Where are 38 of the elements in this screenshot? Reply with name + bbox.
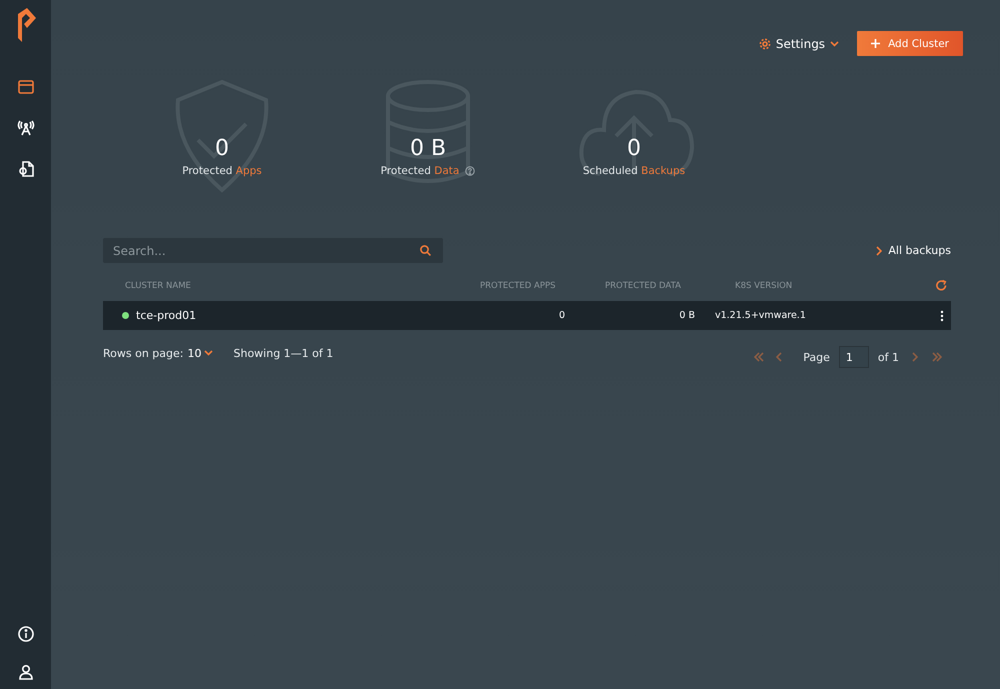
- stat-label: Scheduled Backups: [582, 165, 686, 177]
- more-icon[interactable]: [940, 310, 944, 322]
- stat-value: 0: [215, 136, 229, 162]
- search-icon[interactable]: [420, 245, 431, 256]
- column-header: PROTECTED DATA: [605, 280, 682, 290]
- help-icon[interactable]: [465, 166, 476, 176]
- column-header: PROTECTED APPS: [480, 280, 556, 290]
- settings-button[interactable]: Settings: [758, 36, 840, 50]
- gear-icon: [758, 38, 771, 50]
- all-backups-link[interactable]: All backups: [876, 244, 951, 257]
- table-row[interactable]: tce-prod01 0 0 B v1.21.5+vmware.1: [103, 301, 951, 330]
- user-icon[interactable]: [16, 663, 34, 681]
- stat-value: 0: [627, 136, 641, 162]
- chevron-icon: [876, 246, 882, 256]
- rows-per-page-select[interactable]: 10: [187, 346, 214, 360]
- page-field[interactable]: 1: [838, 346, 869, 368]
- antenna-icon[interactable]: [16, 119, 34, 137]
- page-total: of 1: [878, 350, 899, 364]
- refresh-icon[interactable]: [936, 280, 947, 291]
- caret-icon: [204, 350, 214, 356]
- stat-label: Protected Apps: [182, 165, 262, 177]
- search-field[interactable]: Search...: [103, 238, 443, 263]
- info-icon[interactable]: [16, 625, 34, 643]
- plus-icon: [871, 39, 880, 48]
- stat-value: 0 B: [410, 136, 446, 162]
- column-header: K8S VERSION: [735, 280, 794, 290]
- cluster-name: tce-prod01: [136, 309, 196, 322]
- showing-text: Showing 1—1 of 1: [233, 346, 334, 360]
- document-icon[interactable]: [16, 160, 34, 178]
- table-cell-text: 0: [558, 310, 565, 321]
- column-header: CLUSTER NAME: [125, 280, 192, 290]
- page-label: Page: [803, 350, 830, 364]
- table-cell-text: v1.21.5+vmware.1: [714, 310, 807, 321]
- caret-icon: [830, 40, 840, 46]
- table-cell-text: 0 B: [678, 310, 695, 321]
- window-icon[interactable]: [16, 78, 34, 96]
- stat-label: Protected Data: [380, 165, 460, 177]
- rows-per-page-label: Rows on page:: [103, 346, 184, 360]
